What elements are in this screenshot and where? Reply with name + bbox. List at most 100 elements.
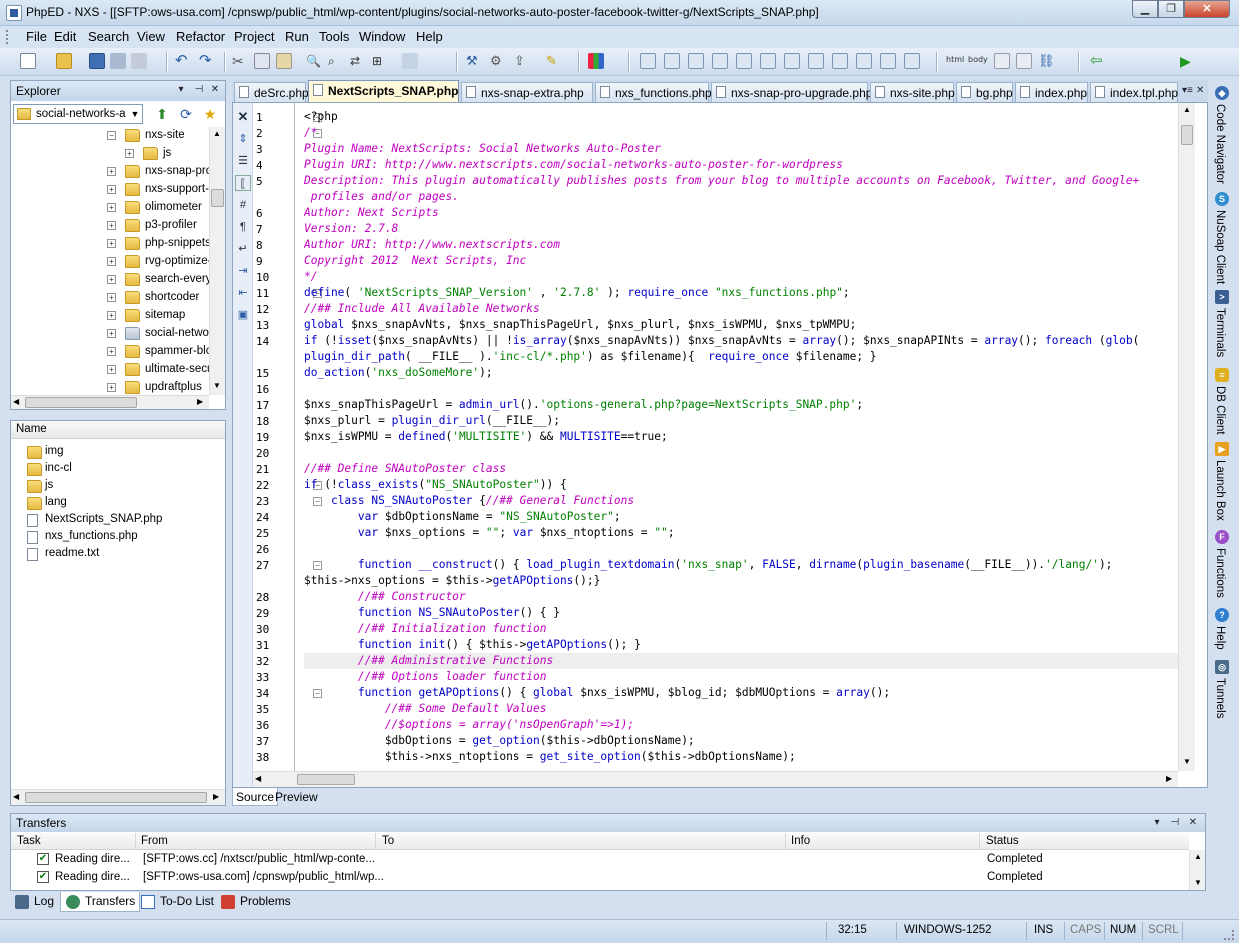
scroll-thumb[interactable] — [1181, 125, 1193, 145]
scroll-down-icon[interactable]: ▼ — [1183, 757, 1191, 766]
tab-nextscripts-snap[interactable]: NextScripts_SNAP.php — [308, 80, 459, 102]
html-block-icon[interactable] — [664, 53, 680, 69]
name-column-header[interactable]: Name — [16, 423, 47, 435]
column-divider[interactable] — [785, 833, 786, 850]
indent-icon[interactable]: ⇥ — [235, 263, 251, 279]
expand-icon[interactable]: + — [107, 311, 116, 320]
expand-icon[interactable]: + — [107, 167, 116, 176]
tree-item[interactable]: + php-snippets — [11, 235, 209, 253]
tree-item[interactable]: + nxs-snap-pro — [11, 163, 209, 181]
tab-transfers[interactable]: Transfers — [60, 892, 141, 912]
cut-icon[interactable]: ✂ — [232, 53, 248, 69]
html-div-icon[interactable] — [904, 53, 920, 69]
scroll-thumb[interactable] — [211, 189, 224, 207]
tree-item[interactable]: + shortcoder — [11, 289, 209, 307]
rail-db-client[interactable]: ≡ DB Client — [1210, 368, 1234, 444]
word-wrap-icon[interactable]: ↵ — [235, 241, 251, 257]
close-panel-icon[interactable]: ✕ — [1187, 817, 1199, 829]
pin-icon[interactable]: ⊣ — [193, 84, 205, 96]
tree-item[interactable]: − nxs-site — [11, 127, 209, 145]
close-tab-icon[interactable]: ✕ — [1196, 85, 1204, 96]
tree-item[interactable]: + olimometer — [11, 199, 209, 217]
menu-refactor[interactable]: Refactor — [176, 29, 225, 44]
html-list-icon[interactable] — [736, 53, 752, 69]
close-panel-icon[interactable]: ✕ — [209, 84, 221, 96]
tree-item[interactable]: + p3-profiler — [11, 217, 209, 235]
scroll-up-icon[interactable]: ▲ — [1194, 852, 1202, 861]
tab-nxs-functions[interactable]: nxs_functions.php — [595, 82, 712, 102]
tab-preview[interactable]: Preview — [272, 788, 321, 806]
expand-icon[interactable]: + — [107, 275, 116, 284]
table-row[interactable]: ✔ Reading dire... [SFTP:ows.cc] /nxtscr/… — [11, 851, 1189, 869]
scroll-left-icon[interactable]: ◀ — [13, 397, 19, 406]
menu-project[interactable]: Project — [234, 29, 274, 44]
scroll-left-icon[interactable]: ◀ — [255, 774, 261, 783]
column-divider[interactable] — [375, 833, 376, 850]
outdent-icon[interactable]: ⇤ — [235, 285, 251, 301]
tab-index-tpl[interactable]: index.tpl.php — [1090, 82, 1178, 102]
collapse-icon[interactable]: − — [107, 131, 116, 140]
scroll-right-icon[interactable]: ▶ — [197, 397, 203, 406]
rail-help[interactable]: ? Help — [1210, 608, 1234, 660]
scroll-left-icon[interactable]: ◀ — [13, 792, 19, 801]
scroll-down-icon[interactable]: ▼ — [213, 381, 221, 390]
tree-scrollbar-vertical[interactable]: ▲ ▼ — [209, 127, 225, 395]
bookmark-icon[interactable] — [402, 53, 418, 69]
tree-item-selected[interactable]: + social-networ — [11, 325, 209, 343]
column-status[interactable]: Status — [986, 835, 1019, 847]
rail-nusoap-client[interactable]: S NuSoap Client — [1210, 192, 1234, 292]
refresh-icon[interactable]: ⟳ — [177, 105, 195, 123]
file-list-scrollbar-horizontal[interactable]: ◀ ▶ — [11, 789, 225, 805]
tree-item[interactable]: + search-every — [11, 271, 209, 289]
scroll-thumb[interactable] — [25, 792, 207, 803]
transfers-scrollbar[interactable]: ▲ ▼ — [1189, 850, 1205, 890]
rail-tunnels[interactable]: ◎ Tunnels — [1210, 660, 1234, 720]
tree-scrollbar-horizontal[interactable]: ◀ ▶ — [11, 395, 209, 409]
expand-icon[interactable]: + — [107, 239, 116, 248]
expand-icon[interactable]: + — [107, 257, 116, 266]
tree-item[interactable]: + spammer-blo — [11, 343, 209, 361]
panel-menu-icon[interactable]: ▾ — [175, 84, 187, 96]
maximize-button[interactable]: ❐ — [1158, 0, 1184, 18]
new-file-icon[interactable] — [20, 53, 36, 69]
replace-icon[interactable]: ⇄ — [350, 53, 366, 69]
menu-view[interactable]: View — [137, 29, 165, 44]
expand-icon[interactable]: + — [107, 347, 116, 356]
outline-icon[interactable]: ☰ — [235, 153, 251, 169]
tab-problems[interactable]: Problems — [216, 892, 295, 912]
expand-icon[interactable]: + — [107, 365, 116, 374]
resize-grip[interactable] — [1224, 930, 1234, 940]
expand-icon[interactable]: + — [107, 185, 116, 194]
copy-icon[interactable] — [254, 53, 270, 69]
rail-functions[interactable]: F Functions — [1210, 530, 1234, 610]
html-table-icon[interactable] — [712, 53, 728, 69]
menu-file[interactable]: File — [26, 29, 47, 44]
menu-tools[interactable]: Tools — [319, 29, 349, 44]
find-icon[interactable]: 🔍 — [306, 53, 322, 69]
html-link-icon[interactable] — [760, 53, 776, 69]
scroll-thumb[interactable] — [297, 774, 355, 785]
tree-item[interactable]: + sitemap — [11, 307, 209, 325]
favorites-icon[interactable]: ★ — [201, 105, 219, 123]
explorer-root-select[interactable]: social-networks-au ▼ — [13, 104, 143, 124]
table-row[interactable]: ✔ Reading dire... [SFTP:ows-usa.com] /cp… — [11, 869, 1189, 887]
html-image-icon[interactable] — [784, 53, 800, 69]
html-form-icon[interactable] — [688, 53, 704, 69]
tab-nxs-snap-extra[interactable]: nxs-snap-extra.php — [461, 82, 593, 102]
close-editor-icon[interactable]: ✕ — [235, 109, 251, 125]
tab-desrc[interactable]: deSrc.php — [234, 82, 309, 102]
close-button[interactable]: ✕ — [1184, 0, 1230, 18]
code-editor[interactable]: ✕ ⇕ ☰ ⟦ # ¶ ↵ ⇥ ⇤ ▣ 1−2−3 4 5 6 7 8 9 10 11−12 13… — [232, 102, 1208, 788]
column-to[interactable]: To — [382, 835, 394, 847]
rail-launch-box[interactable]: ▶ Launch Box — [1210, 442, 1234, 522]
validate-icon[interactable] — [1016, 53, 1032, 69]
panel-menu-icon[interactable]: ▾ — [1151, 817, 1163, 829]
menu-edit[interactable]: Edit — [54, 29, 76, 44]
column-divider[interactable] — [979, 833, 980, 850]
file-list-header[interactable]: Name — [11, 421, 225, 439]
code-scrollbar-vertical[interactable]: ▲ ▼ — [1178, 103, 1195, 771]
comment-icon[interactable]: ▣ — [235, 307, 251, 323]
html-button-icon[interactable] — [832, 53, 848, 69]
rail-code-navigator[interactable]: ◆ Code Navigator — [1210, 86, 1234, 196]
settings-icon[interactable]: ⚙ — [490, 53, 506, 69]
